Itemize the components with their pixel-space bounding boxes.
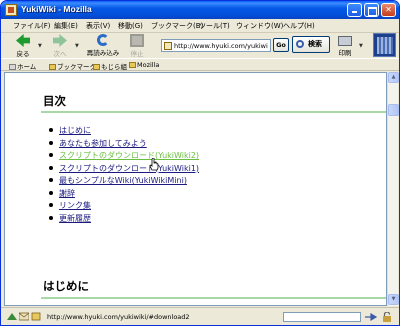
- toc-link-history[interactable]: 更新履歴: [59, 214, 91, 223]
- menu-view[interactable]: 表示(V): [86, 21, 110, 31]
- hand-pointer-icon: [150, 158, 159, 171]
- online-status-icon[interactable]: [365, 312, 377, 322]
- stop-icon: [130, 34, 144, 47]
- mail-icon[interactable]: [19, 312, 29, 321]
- browser-window: YukiWiki - Mozilla ✕ ファイル(F) 編集(E) 表示(V)…: [0, 0, 400, 326]
- list-bullet: [49, 165, 53, 170]
- search-button[interactable]: 検索: [292, 36, 330, 53]
- toc-link-download-yukiwiki2[interactable]: スクリプトのダウンロード(YukiWiki2): [59, 151, 199, 160]
- forward-arrow-icon: [53, 34, 67, 47]
- list-bullet: [49, 140, 53, 145]
- vertical-scrollbar[interactable]: ▲ ▼: [387, 72, 399, 306]
- back-history-chevron-icon[interactable]: ▼: [38, 43, 42, 49]
- back-arrow-icon: [16, 34, 30, 47]
- title-bar[interactable]: YukiWiki - Mozilla ✕: [1, 1, 399, 19]
- scroll-up-button[interactable]: ▲: [388, 72, 399, 83]
- menu-bar: ファイル(F) 編集(E) 表示(V) 移動(G) ブックマーク(B) ツール(…: [1, 19, 399, 33]
- progress-bar: [283, 312, 361, 322]
- page-content[interactable]: 目次 はじめに あなたも参加してみよう スクリプトのダウンロード(YukiWik…: [4, 72, 387, 306]
- menu-file[interactable]: ファイル(F): [13, 21, 51, 31]
- toc-item: 謝辞: [49, 188, 199, 201]
- bookmark-bookmarks-label: ブックマーク: [57, 63, 96, 71]
- list-bullet: [49, 128, 53, 132]
- back-label: 戻る: [16, 50, 30, 58]
- toc-item: 更新履歴: [49, 213, 199, 226]
- toc-item: あなたも参加してみよう: [49, 138, 199, 151]
- composer-icon[interactable]: [31, 312, 41, 321]
- stop-button[interactable]: 停止: [126, 34, 148, 58]
- list-bullet: [49, 178, 53, 182]
- bookmark-home-label: ホーム: [17, 63, 37, 71]
- go-button[interactable]: Go: [273, 38, 289, 52]
- url-bar[interactable]: [161, 39, 271, 52]
- search-label: 検索: [308, 40, 322, 48]
- toc-item: はじめに: [49, 125, 199, 138]
- print-icon: [338, 36, 352, 46]
- stop-label: 停止: [130, 50, 144, 58]
- status-text: http://www.hyuki.com/yukiwiki/#download2: [47, 313, 190, 321]
- bookmark-folder-icon: [129, 62, 136, 68]
- reload-icon: [97, 34, 109, 46]
- section-heading-introduction: はじめに: [43, 279, 89, 293]
- toc-item: リンク集: [49, 200, 199, 213]
- toc-link-introduction[interactable]: はじめに: [59, 126, 91, 135]
- site-favicon-icon: [164, 42, 172, 50]
- toc-item: スクリプトのダウンロード(YukiWiki1): [49, 163, 199, 176]
- reload-label: 再読み込み: [86, 49, 120, 57]
- menu-go[interactable]: 移動(G): [118, 21, 143, 31]
- forward-button[interactable]: 次へ: [48, 34, 72, 58]
- bookmark-mozilla-label: Mozilla: [137, 61, 160, 69]
- menu-bookmarks[interactable]: ブックマーク(B): [151, 21, 203, 31]
- maximize-button[interactable]: [364, 3, 379, 17]
- app-icon[interactable]: [5, 4, 17, 16]
- status-bar: http://www.hyuki.com/yukiwiki/#download2: [1, 307, 399, 325]
- toc-item: 最もシンプルなWiki(YukiWikiMini): [49, 175, 199, 188]
- mozilla-throbber-icon[interactable]: [373, 33, 396, 57]
- toc-heading-rule: [41, 111, 386, 113]
- toc-link-download-yukiwiki1[interactable]: スクリプトのダウンロード(YukiWiki1): [59, 164, 199, 173]
- scroll-thumb[interactable]: [388, 104, 399, 116]
- bookmark-home[interactable]: ホーム: [9, 61, 36, 71]
- toc-item: スクリプトのダウンロード(YukiWiki2): [49, 150, 199, 163]
- toc-link-yukiwikimini[interactable]: 最もシンプルなWiki(YukiWikiMini): [59, 176, 187, 185]
- reload-button[interactable]: 再読み込み: [83, 34, 123, 57]
- bookmark-folder-icon: [93, 64, 100, 70]
- bookmarks-toolbar: ホーム ブックマーク もじら組 Mozilla: [1, 58, 399, 71]
- minimize-button[interactable]: [347, 3, 362, 17]
- print-button[interactable]: 印刷: [335, 34, 355, 57]
- url-input[interactable]: [174, 40, 268, 51]
- bookmark-mozilla[interactable]: Mozilla: [129, 61, 159, 69]
- menu-edit[interactable]: 編集(E): [54, 21, 78, 31]
- bookmark-mozilla-gumi[interactable]: もじら組: [93, 61, 127, 71]
- close-button[interactable]: ✕: [381, 3, 396, 17]
- scroll-down-button[interactable]: ▼: [388, 294, 399, 305]
- forward-history-chevron-icon[interactable]: ▼: [75, 43, 79, 49]
- toc-link-acknowledgements[interactable]: 謝辞: [59, 189, 75, 198]
- bookmark-folder-icon: [49, 64, 56, 70]
- menu-help[interactable]: ヘルプ(H): [283, 21, 315, 31]
- back-button[interactable]: 戻る: [11, 34, 35, 58]
- navigator-icon[interactable]: [7, 312, 17, 321]
- list-bullet: [49, 153, 53, 157]
- print-menu-chevron-icon[interactable]: ▼: [359, 43, 363, 49]
- search-icon: [296, 40, 304, 48]
- menu-window[interactable]: ウィンドウ(W): [236, 21, 283, 31]
- home-icon: [9, 64, 16, 70]
- bookmark-bookmarks[interactable]: ブックマーク: [49, 61, 96, 71]
- security-lock-icon[interactable]: [381, 312, 393, 322]
- bookmark-mozilla-gumi-label: もじら組: [101, 63, 127, 71]
- window-title: YukiWiki - Mozilla: [21, 4, 92, 14]
- forward-label: 次へ: [53, 50, 67, 58]
- toc-link-join[interactable]: あなたも参加してみよう: [59, 139, 147, 148]
- list-bullet: [49, 215, 53, 220]
- list-bullet: [49, 203, 53, 207]
- list-bullet: [49, 190, 53, 195]
- toc-link-links[interactable]: リンク集: [59, 201, 91, 210]
- section-heading-rule: [41, 297, 386, 299]
- toc-heading: 目次: [43, 94, 66, 108]
- menu-tools[interactable]: ツール(T): [199, 21, 230, 31]
- print-label: 印刷: [338, 49, 352, 57]
- table-of-contents: はじめに あなたも参加してみよう スクリプトのダウンロード(YukiWiki2)…: [49, 125, 199, 225]
